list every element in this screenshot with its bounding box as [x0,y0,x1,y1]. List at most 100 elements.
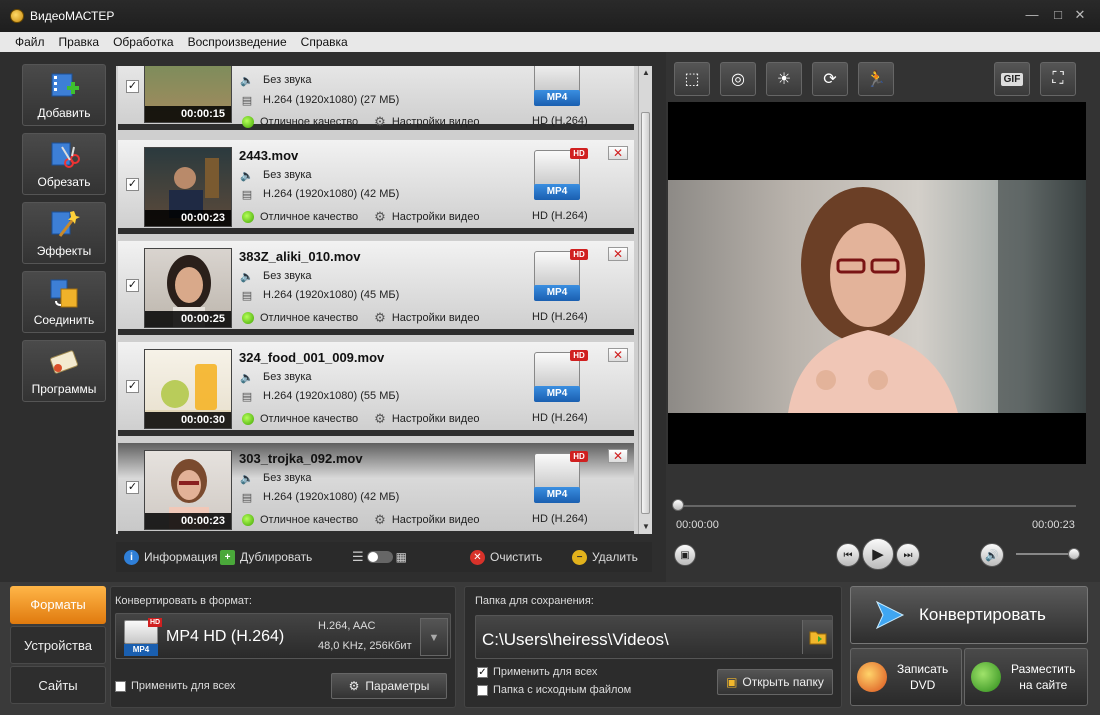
file-name: 383Z_aliki_010.mov [239,249,361,264]
scrollbar-thumb[interactable] [641,112,650,514]
remove-file-button[interactable]: ✕ [608,247,628,261]
video-settings-link[interactable]: Настройки видео [392,413,480,425]
rotate-icon[interactable]: ⟳ [812,62,848,96]
gear-icon[interactable]: ⚙ [374,512,386,528]
seek-bar[interactable] [676,505,1076,507]
video-settings-link[interactable]: Настройки видео [392,514,480,526]
video-settings-link[interactable]: Настройки видео [392,312,480,324]
play-icon[interactable]: ▶ [862,538,894,570]
video-settings-link[interactable]: Настройки видео [392,211,480,223]
brightness-icon[interactable]: ☀ [766,62,802,96]
file-checkbox[interactable]: ✓ [126,380,139,393]
apply-all-format-checkbox[interactable] [115,681,126,692]
quality-label[interactable]: Отличное качество [260,312,358,324]
video-settings-link[interactable]: Настройки видео [392,116,480,128]
next-icon[interactable]: ⏭ [896,543,920,567]
volume-slider[interactable] [1016,553,1076,555]
speed-icon[interactable]: 🏃 [858,62,894,96]
gear-icon[interactable]: ⚙ [374,411,386,427]
menu-file[interactable]: Файл [15,35,45,49]
list-item[interactable]: ✓ 00:00:23 303_trojka_092.mov 🔈 Без звука… [118,443,634,534]
quality-label[interactable]: Отличное качество [260,514,358,526]
stabilize-icon[interactable]: ◎ [720,62,756,96]
output-format-badge[interactable]: MP4 HD [530,249,588,305]
video-preview[interactable] [668,102,1086,464]
burn-dvd-button[interactable]: Записать DVD [850,648,962,706]
format-selector[interactable]: MP4 HD MP4 HD (H.264) H.264, AAC 48,0 KH… [115,613,451,659]
scroll-down-icon[interactable]: ▼ [639,520,653,534]
list-item[interactable]: ✓ 00:00:25 383Z_aliki_010.mov 🔈 Без звука… [118,241,634,335]
duplicate-button[interactable]: + Дублировать [220,549,312,565]
quality-label[interactable]: Отличное качество [260,116,358,128]
volume-icon[interactable]: 🔊 [980,543,1004,567]
gear-icon[interactable]: ⚙ [374,209,386,225]
file-checkbox[interactable]: ✓ [126,279,139,292]
file-checkbox[interactable]: ✓ [126,80,139,93]
tab-formats[interactable]: Форматы [10,586,106,624]
list-item[interactable]: ✓ 00:00:30 324_food_001_009.mov 🔈 Без зву… [118,342,634,436]
quality-label[interactable]: Отличное качество [260,211,358,223]
convert-button[interactable]: Конвертировать [850,586,1088,644]
preview-panel: ⬚ ◎ ☀ ⟳ 🏃 GIF ⛶ 00:00:00 00:00:23 ▣ ⏮ ▶ … [666,52,1100,582]
chevron-down-icon[interactable]: ▼ [420,618,448,656]
save-path-field[interactable]: C:\Users\heiress\Videos\ [475,615,833,659]
list-view-icon[interactable]: ☰ [352,549,364,565]
output-format-badge[interactable]: MP4 HD [530,350,588,406]
browse-folder-button[interactable] [802,620,832,654]
view-toggle[interactable]: ☰ ▦ [352,549,407,565]
gear-icon[interactable]: ⚙ [374,310,386,326]
programs-button[interactable]: Программы [22,340,106,402]
speaker-icon: 🔈 [240,371,254,384]
gear-icon[interactable]: ⚙ [374,114,386,130]
video-info: H.264 (1920x1080) (45 МБ) [263,289,400,301]
upload-site-button[interactable]: Разместить на сайте [964,648,1088,706]
remove-file-button[interactable]: ✕ [608,146,628,160]
close-window-button[interactable]: ✕ [1068,6,1092,24]
remove-file-button[interactable]: ✕ [608,348,628,362]
cut-button[interactable]: Обрезать [22,133,106,195]
programs-icon [48,346,80,378]
crop-icon[interactable]: ⬚ [674,62,710,96]
source-folder-checkbox[interactable] [477,685,488,696]
tab-sites[interactable]: Сайты [10,666,106,704]
clear-button[interactable]: ✕ Очистить [470,549,542,565]
menu-edit[interactable]: Правка [59,35,100,49]
list-scrollbar[interactable]: ▲ ▼ [638,66,652,534]
menu-process[interactable]: Обработка [113,35,174,49]
apply-all-save-checkbox[interactable]: ✓ [477,667,488,678]
menu-help[interactable]: Справка [301,35,348,49]
prev-icon[interactable]: ⏮ [836,543,860,567]
effects-button[interactable]: Эффекты [22,202,106,264]
file-checkbox[interactable]: ✓ [126,481,139,494]
grid-view-icon[interactable]: ▦ [396,550,407,564]
file-list[interactable]: ✓ 00:00:15 🔈 Без звука ▤ H.264 (1920x1080)… [116,66,638,534]
join-button[interactable]: Соединить [22,271,106,333]
remove-file-button[interactable]: ✕ [608,449,628,463]
add-button[interactable]: Добавить [22,64,106,126]
output-format-badge[interactable]: MP4 HD [530,451,588,507]
parameters-button[interactable]: ⚙ Параметры [331,673,447,699]
minimize-button[interactable]: — [1020,6,1044,24]
volume-handle[interactable] [1068,548,1080,560]
scroll-up-icon[interactable]: ▲ [639,66,653,80]
format-panel-label: Конвертировать в формат: [115,595,252,607]
maximize-button[interactable]: □ [1046,6,1070,24]
format-name: MP4 HD (H.264) [166,628,285,645]
file-checkbox[interactable]: ✓ [126,178,139,191]
gif-button[interactable]: GIF [994,62,1030,96]
list-item[interactable]: ✓ 00:00:23 2443.mov 🔈 Без звука ▤ H.264 (1… [118,140,634,234]
toggle-switch[interactable] [366,551,393,563]
quality-label[interactable]: Отличное качество [260,413,358,425]
tab-devices[interactable]: Устройства [10,626,106,664]
menu-playback[interactable]: Воспроизведение [188,35,287,49]
video-row: ▤ H.264 (1920x1080) (42 МБ) [239,490,399,504]
fullscreen-icon[interactable]: ⛶ [1040,62,1076,96]
info-button[interactable]: i Информация [124,549,217,565]
snapshot-icon[interactable]: ▣ [674,544,696,566]
output-format-badge[interactable]: MP4 [530,66,588,110]
list-item[interactable]: ✓ 00:00:15 🔈 Без звука ▤ H.264 (1920x1080)… [118,66,634,130]
open-folder-button[interactable]: ▣ Открыть папку [717,669,833,695]
output-format-badge[interactable]: MP4 HD [530,148,588,204]
delete-button[interactable]: − Удалить [572,549,638,565]
seek-handle[interactable] [672,499,684,511]
